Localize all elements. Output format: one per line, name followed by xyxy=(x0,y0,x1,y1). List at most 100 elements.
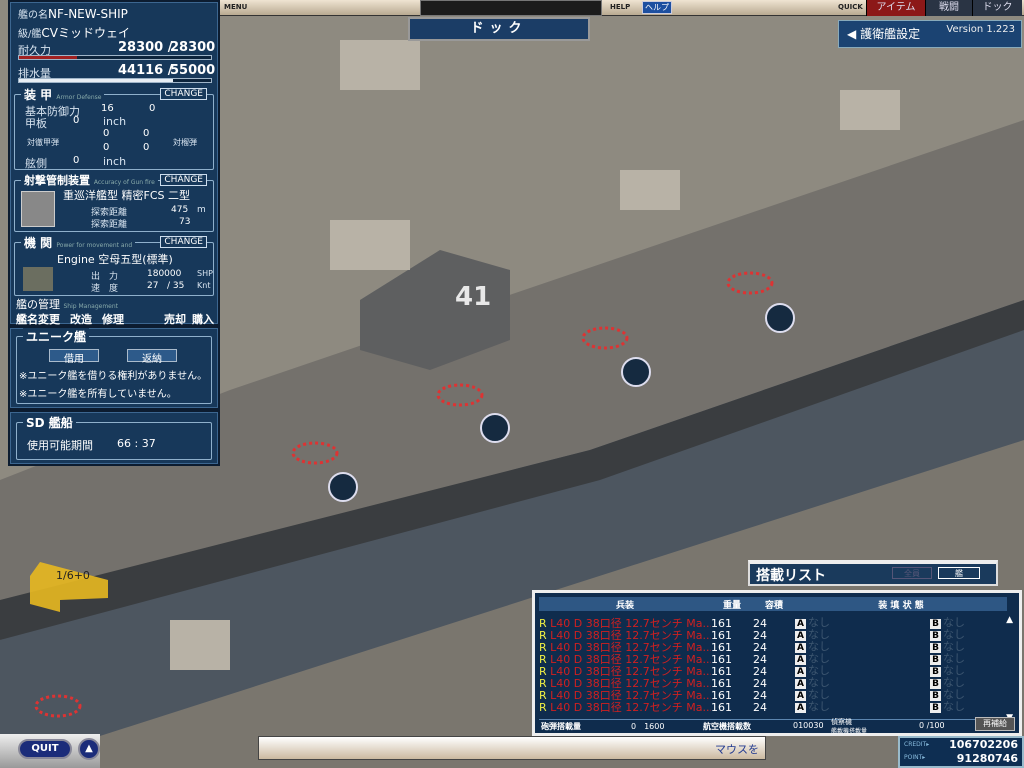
weapon-row[interactable]: R L40 D 38口径 12.7センチ Ma... 161 24 A なし B なし xyxy=(539,617,1007,629)
weapon-name: L40 D 38口径 12.7センチ Ma... xyxy=(550,629,711,641)
sell-button[interactable]: 売却 xyxy=(164,311,186,327)
slot-b-icon: B xyxy=(930,619,941,629)
engine-equipment-icon xyxy=(23,267,53,291)
return-button[interactable]: 返納 xyxy=(127,349,177,365)
ship-status-panel: 艦の名NF-NEW-SHIP 級/艦CVミッドウェイ 耐久力 28300 / 2… xyxy=(8,0,220,326)
displacement-bar xyxy=(18,78,212,83)
resupply-button[interactable]: 再補給 xyxy=(975,717,1015,731)
tab-dock[interactable]: ドック xyxy=(972,0,1022,16)
slot-a-icon: A xyxy=(795,691,806,701)
help-label: HELP xyxy=(610,3,631,11)
fcs-equipment-icon xyxy=(21,191,55,227)
weapon-volume: 24 xyxy=(753,628,767,642)
slot-a-icon: A xyxy=(795,703,806,713)
weapon-weight: 161 xyxy=(711,688,732,702)
unique-own-message: ※ユニーク艦を所有していません。 xyxy=(19,389,177,400)
tab-item[interactable]: アイテム xyxy=(866,0,925,16)
escort-settings-button[interactable]: ◀ 護衛艦設定 Version 1.223 xyxy=(838,20,1022,48)
point-label: POINT▸ xyxy=(904,754,926,761)
slot-a-icon: A xyxy=(795,631,806,641)
fcs-search-value: 73 xyxy=(179,217,191,227)
weapon-row[interactable]: R L40 D 38口径 12.7センチ Ma... 161 24 A なし B なし xyxy=(539,629,1007,641)
loadout-ship-button[interactable]: 艦 xyxy=(938,567,980,579)
weapon-volume: 24 xyxy=(753,688,767,702)
armor-section: 装 甲 Armor Defense CHANGE 基本防御力 16 0 甲板 0… xyxy=(14,86,214,170)
escort-settings-label: 護衛艦設定 xyxy=(860,27,921,41)
sd-ship-title: SD 艦船 xyxy=(23,414,76,431)
tab-battle[interactable]: 戦闘 xyxy=(925,0,972,16)
weapon-row[interactable]: R L40 D 38口径 12.7センチ Ma... 161 24 A なし B なし xyxy=(539,689,1007,701)
engine-speed-unit: Knt xyxy=(197,281,211,290)
scroll-up-icon[interactable]: ▲ xyxy=(1006,615,1013,625)
aircraft-value: 010030 xyxy=(793,721,824,730)
title-bar xyxy=(420,0,602,16)
fcs-range-value: 475 xyxy=(171,205,189,215)
vs-he-value-2: 0 xyxy=(143,142,150,153)
vs-he-value-1: 0 xyxy=(143,128,150,139)
slot-b-icon: B xyxy=(930,631,941,641)
ship-name-label: 艦の名 xyxy=(18,10,48,21)
fcs-change-button[interactable]: CHANGE xyxy=(160,174,207,186)
col-weapon: 兵装 xyxy=(615,600,634,611)
ship-class: CVミッドウェイ xyxy=(41,26,130,40)
buy-button[interactable]: 購入 xyxy=(192,311,214,327)
weapon-row[interactable]: R L40 D 38口径 12.7センチ Ma... 161 24 A なし B なし xyxy=(539,653,1007,665)
col-load-status: 装 填 状 態 xyxy=(878,600,924,611)
engine-title: 機 関 xyxy=(24,236,53,250)
ammo-value: 0 1600 xyxy=(631,722,665,731)
recon-value: 0 /100 xyxy=(919,721,945,730)
loadout-title-bar: 搭載リスト 全員 艦 xyxy=(748,560,998,586)
help-button[interactable]: ヘルプ xyxy=(642,1,672,14)
weapon-name: L40 D 38口径 12.7センチ Ma... xyxy=(550,677,711,689)
credit-label: CREDIT▸ xyxy=(904,741,930,748)
rename-button[interactable]: 艦名変更 xyxy=(16,311,60,327)
modify-button[interactable]: 改造 xyxy=(70,311,92,327)
vs-ap-value-2: 0 xyxy=(103,142,110,153)
weapon-row[interactable]: R L40 D 38口径 12.7センチ Ma... 161 24 A なし B なし xyxy=(539,641,1007,653)
weapon-volume: 24 xyxy=(753,700,767,714)
vs-he-label: 対榴弾 xyxy=(173,138,197,147)
borrow-button[interactable]: 借用 xyxy=(49,349,99,365)
menu-button[interactable]: MENU xyxy=(224,3,247,11)
weapon-name: L40 D 38口径 12.7センチ Ma... xyxy=(550,653,711,665)
rarity-badge: R xyxy=(539,665,547,677)
engine-output-value: 180000 xyxy=(147,269,182,279)
ship-page-arrow[interactable]: 1/6+0 xyxy=(30,562,108,612)
slot-a-icon: A xyxy=(795,679,806,689)
weapon-row[interactable]: R L40 D 38口径 12.7センチ Ma... 161 24 A なし B なし xyxy=(539,677,1007,689)
fcs-range-unit: m xyxy=(197,205,206,215)
weapon-name: L40 D 38口径 12.7センチ Ma... xyxy=(550,617,711,629)
rarity-badge: R xyxy=(539,629,547,641)
weapon-weight: 161 xyxy=(711,628,732,642)
sd-ship-panel: SD 艦船 使用可能期間 66 : 37 xyxy=(8,410,220,466)
fcs-section: 射撃管制装置 Accuracy of Gun fire CHANGE 重巡洋艦型… xyxy=(14,172,214,232)
expand-up-icon[interactable]: ▲ xyxy=(78,738,100,760)
weapon-row[interactable]: R L40 D 38口径 12.7センチ Ma... 161 24 A なし B なし xyxy=(539,701,1007,713)
point-value: 91280746 xyxy=(956,752,1018,765)
arrow-left-icon: ◀ xyxy=(847,27,857,41)
slot-b-icon: B xyxy=(930,691,941,701)
weapon-name: L40 D 38口径 12.7センチ Ma... xyxy=(550,641,711,653)
engine-change-button[interactable]: CHANGE xyxy=(160,236,207,248)
weapon-volume: 24 xyxy=(753,676,767,690)
weapon-weight: 161 xyxy=(711,640,732,654)
repair-button[interactable]: 修理 xyxy=(102,311,124,327)
slot-b-icon: B xyxy=(930,679,941,689)
rarity-badge: R xyxy=(539,641,547,653)
armor-change-button[interactable]: CHANGE xyxy=(160,88,207,100)
slot-a-icon: A xyxy=(795,643,806,653)
fcs-name: 重巡洋艦型 精密FCS 二型 xyxy=(63,189,190,202)
weapon-table: 兵装 重量 容積 装 填 状 態 R L40 D 38口径 12.7センチ Ma… xyxy=(539,597,1007,713)
management-title: 艦の管理 xyxy=(16,298,60,311)
sd-period-label: 使用可能期間 xyxy=(27,439,93,452)
weapon-row[interactable]: R L40 D 38口径 12.7センチ Ma... 161 24 A なし B なし xyxy=(539,665,1007,677)
armor-title: 装 甲 xyxy=(24,88,53,102)
side-armor-value: 0 xyxy=(73,155,80,166)
rarity-badge: R xyxy=(539,689,547,701)
quit-button[interactable]: QUIT xyxy=(18,739,72,759)
unique-borrow-message: ※ユニーク艦を借りる権利がありません。 xyxy=(19,371,208,382)
engine-name: Engine 空母五型(標準) xyxy=(57,253,173,266)
weapon-weight: 161 xyxy=(711,676,732,690)
base-defense-value: 16 xyxy=(101,103,114,114)
aircraft-label: 航空機搭載数 xyxy=(703,722,751,731)
